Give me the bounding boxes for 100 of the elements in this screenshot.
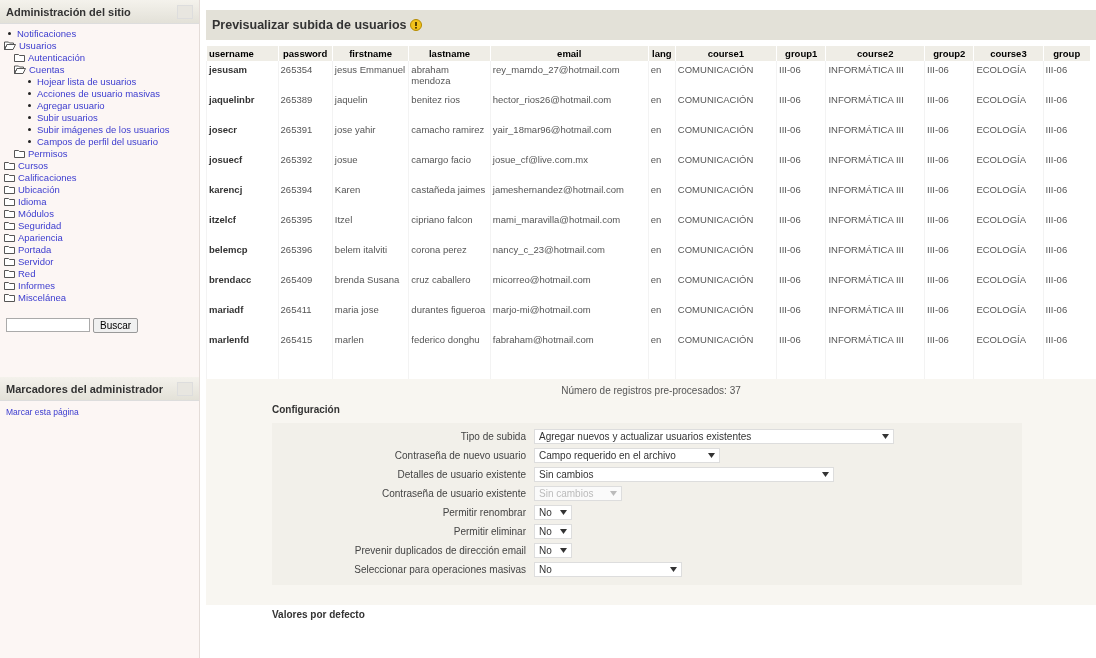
table-cell: COMUNICACIÓN <box>675 241 777 271</box>
nav-link[interactable]: Cuentas <box>29 64 65 76</box>
column-header: firstname <box>332 46 409 61</box>
table-cell: III-06 <box>776 91 826 121</box>
table-cell: abraham mendoza <box>408 61 491 91</box>
caret-icon <box>560 510 567 515</box>
field-label: Seleccionar para operaciones masivas <box>353 564 526 575</box>
dropdown[interactable]: Sin cambios <box>534 467 834 482</box>
table-cell: cruz caballero <box>408 271 491 301</box>
table-cell: COMUNICACIÓN <box>675 61 777 91</box>
bullet-icon <box>28 92 31 95</box>
dropdown[interactable]: Agregar nuevos y actualizar usuarios existentes <box>534 429 894 444</box>
table-cell: belem italviti <box>332 241 409 271</box>
table-cell: 265389 <box>278 91 333 121</box>
table-cell: en <box>648 61 676 91</box>
dropdown[interactable]: No <box>534 505 572 520</box>
table-cell: ECOLOGÍA <box>973 301 1043 331</box>
table-cell: 265392 <box>278 151 333 181</box>
nav-link[interactable]: Módulos <box>18 208 54 220</box>
table-cell: fabraham@hotmail.com <box>490 331 649 361</box>
table-cell: Karen <box>332 181 409 211</box>
caret-icon <box>708 453 715 458</box>
field-label: Tipo de subida <box>459 431 526 442</box>
table-cell: III-06 <box>924 271 974 301</box>
table-cell: III-06 <box>776 61 826 91</box>
nav-link[interactable]: Subir imágenes de los usuarios <box>37 124 170 136</box>
nav-link[interactable]: Red <box>18 268 36 280</box>
table-cell: III-06 <box>1043 271 1090 301</box>
nav-link[interactable]: Idioma <box>18 196 47 208</box>
bullet-icon <box>28 128 31 131</box>
bullet-icon <box>8 32 11 35</box>
table-cell: INFORMÁTICA III <box>825 91 925 121</box>
table-cell: COMUNICACIÓN <box>675 181 777 211</box>
caret-icon <box>822 472 829 477</box>
nav-link[interactable]: Portada <box>18 244 52 256</box>
table-cell: III-06 <box>924 151 974 181</box>
table-cell: III-06 <box>1043 241 1090 271</box>
nav-link[interactable]: Ubicación <box>18 184 60 196</box>
table-cell: III-06 <box>776 181 826 211</box>
nav-link[interactable]: Servidor <box>18 256 54 268</box>
nav-link[interactable]: Subir usuarios <box>37 112 98 124</box>
table-cell: COMUNICACIÓN <box>675 301 777 331</box>
nav-link[interactable]: Autenticación <box>28 52 86 64</box>
block-title: Administración del sitio <box>6 6 131 18</box>
table-cell: 265394 <box>278 181 333 211</box>
table-cell: cipriano falcon <box>408 211 491 241</box>
help-icon[interactable] <box>409 19 422 31</box>
column-header: username <box>206 46 279 61</box>
table-cell: nancy_c_23@hotmail.com <box>490 241 649 271</box>
nav-link[interactable]: Apariencia <box>18 232 63 244</box>
table-cell: III-06 <box>1043 151 1090 181</box>
column-header: group2 <box>924 46 974 61</box>
column-header: course2 <box>825 46 925 61</box>
nav-link[interactable]: Notificaciones <box>17 28 77 40</box>
table-cell: III-06 <box>924 301 974 331</box>
nav-link[interactable]: Seguridad <box>18 220 62 232</box>
nav-link[interactable]: Agregar usuario <box>37 100 105 112</box>
field-label: Permitir renombrar <box>441 507 526 518</box>
column-header: lastname <box>408 46 491 61</box>
table-cell: COMUNICACIÓN <box>675 271 777 301</box>
table-cell: III-06 <box>1043 61 1090 91</box>
table-cell: jaquelinbr <box>206 91 279 121</box>
table-cell: jose yahir <box>332 121 409 151</box>
table-cell: mariadf <box>206 301 279 331</box>
nav-link[interactable]: Campos de perfil del usuario <box>37 136 158 148</box>
table-cell: III-06 <box>1043 211 1090 241</box>
table-cell: en <box>648 91 676 121</box>
nav-link[interactable]: Permisos <box>28 148 68 160</box>
table-cell: 265395 <box>278 211 333 241</box>
search-button[interactable]: Buscar <box>93 318 139 333</box>
table-cell: III-06 <box>776 211 826 241</box>
field-label: Contraseña de usuario existente <box>381 488 526 499</box>
table-cell: benitez rios <box>408 91 491 121</box>
dropdown[interactable]: No <box>534 543 572 558</box>
table-cell: III-06 <box>776 271 826 301</box>
nav-link[interactable]: Cursos <box>18 160 49 172</box>
dropdown[interactable]: No <box>534 562 682 577</box>
table-cell: en <box>648 301 676 331</box>
nav-link[interactable]: Hojear lista de usuarios <box>37 76 137 88</box>
table-cell: INFORMÁTICA III <box>825 121 925 151</box>
table-cell: COMUNICACIÓN <box>675 331 777 361</box>
table-cell: III-06 <box>1043 181 1090 211</box>
column-header: group <box>1043 46 1090 61</box>
nav-link[interactable]: Informes <box>18 280 55 292</box>
nav-link[interactable]: Acciones de usuario masivas <box>37 88 161 100</box>
nav-link[interactable]: Usuarios <box>19 40 57 52</box>
section-legend: Configuración <box>272 400 1022 423</box>
bookmark-link[interactable]: Marcar esta página <box>0 401 199 423</box>
table-cell: INFORMÁTICA III <box>825 151 925 181</box>
table-cell: camargo facio <box>408 151 491 181</box>
table-cell: III-06 <box>776 301 826 331</box>
table-cell: josue <box>332 151 409 181</box>
dropdown[interactable]: No <box>534 524 572 539</box>
dropdown[interactable]: Campo requerido en el archivo <box>534 448 720 463</box>
table-cell: en <box>648 271 676 301</box>
nav-link[interactable]: Miscelánea <box>18 292 67 304</box>
nav-link[interactable]: Calificaciones <box>18 172 77 184</box>
search-field[interactable] <box>6 318 90 332</box>
bullet-icon <box>28 104 31 107</box>
table-cell: durantes figueroa <box>408 301 491 331</box>
